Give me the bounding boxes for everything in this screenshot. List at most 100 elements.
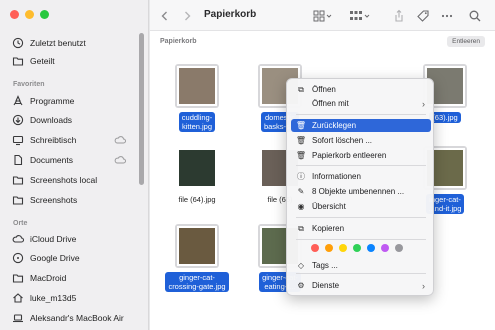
sidebar-item-label: Documents xyxy=(30,155,73,165)
share-icon xyxy=(395,9,403,22)
menu-item-label: Kopieren xyxy=(312,224,345,233)
tag-icon xyxy=(417,10,429,22)
menu-item-rename[interactable]: ✎ 8 Objekte umbenennen ... xyxy=(291,185,431,198)
sidebar-item-google-drive[interactable]: Google Drive xyxy=(12,251,80,265)
sidebar-item-label: Downloads xyxy=(30,115,73,125)
menu-item-label: Sofort löschen ... xyxy=(312,136,373,145)
cloud-icon xyxy=(12,233,24,245)
sidebar-item-downloads[interactable]: Downloads xyxy=(12,113,72,127)
empty-trash-button[interactable]: Entleeren xyxy=(447,36,485,47)
places-section-title: Orte xyxy=(13,220,28,227)
home-icon xyxy=(12,292,24,304)
sidebar-item-home[interactable]: luke_m13d5 xyxy=(12,291,76,305)
share-button[interactable] xyxy=(390,7,408,25)
menu-divider xyxy=(296,239,426,240)
file-item[interactable]: cuddling-kitten.jpg xyxy=(161,64,233,132)
path-bar: Papierkorb Entleeren xyxy=(150,33,495,51)
tag-color-gray[interactable] xyxy=(395,244,403,252)
chevron-right-icon xyxy=(185,11,191,21)
file-name-line: crossing-gate.jpg xyxy=(168,282,226,291)
folder-icon xyxy=(12,174,24,186)
sidebar-item-label: Zuletzt benutzt xyxy=(30,38,86,48)
sidebar-item-label: Aleksandr's MacBook Air xyxy=(30,313,124,323)
sidebar-item-label: iCloud Drive xyxy=(30,234,77,244)
tag-button[interactable] xyxy=(414,7,432,25)
document-icon xyxy=(12,154,24,166)
menu-item-restore[interactable]: 🗑 Zurücklegen xyxy=(291,119,431,132)
menu-item-label: Papierkorb entleeren xyxy=(312,151,387,160)
menu-divider xyxy=(296,114,426,115)
sidebar-item-label: luke_m13d5 xyxy=(30,293,77,303)
sidebar-item-label: Google Drive xyxy=(30,253,80,263)
sidebar-scrollbar[interactable] xyxy=(139,33,144,185)
menu-item-open-with[interactable]: Öffnen mit › xyxy=(291,97,431,110)
back-button[interactable] xyxy=(156,7,174,25)
file-item[interactable]: file (64).jpg xyxy=(161,146,233,205)
desktop-icon xyxy=(12,134,24,146)
chevron-right-icon: › xyxy=(422,280,425,291)
menu-item-delete-now[interactable]: 🗑 Sofort löschen ... xyxy=(291,134,431,147)
group-grid-icon xyxy=(350,11,370,20)
minimize-window-button[interactable] xyxy=(25,10,34,19)
drive-icon xyxy=(12,252,24,264)
sidebar-item-icloud-drive[interactable]: iCloud Drive xyxy=(12,232,76,246)
sidebar-item-screenshots[interactable]: Screenshots xyxy=(12,193,77,207)
tag-color-blue[interactable] xyxy=(367,244,375,252)
menu-item-info[interactable]: ⓘ Informationen xyxy=(291,170,431,183)
trash-icon: 🗑 xyxy=(295,136,307,145)
sidebar-item-label: Geteilt xyxy=(30,56,55,66)
sidebar-item-desktop[interactable]: Schreibtisch xyxy=(12,133,76,147)
menu-item-tags[interactable]: ◇ Tags ... xyxy=(291,259,431,272)
search-button[interactable] xyxy=(466,7,484,25)
menu-item-services[interactable]: ⚙ Dienste › xyxy=(291,279,431,292)
sidebar-item-documents[interactable]: Documents xyxy=(12,153,73,167)
sidebar-item-label: MacDroid xyxy=(30,273,67,283)
services-icon: ⚙ xyxy=(297,281,305,290)
tag-color-green[interactable] xyxy=(353,244,361,252)
shared-folder-icon xyxy=(12,55,24,67)
menu-item-label: Informationen xyxy=(312,172,361,181)
tag-color-orange[interactable] xyxy=(325,244,333,252)
sidebar-item-recents[interactable]: Zuletzt benutzt xyxy=(12,36,86,50)
menu-item-label: Zurücklegen xyxy=(312,121,357,130)
sidebar-item-macbook[interactable]: Aleksandr's MacBook Air xyxy=(12,311,124,325)
tag-color-red[interactable] xyxy=(311,244,319,252)
forward-button[interactable] xyxy=(178,7,196,25)
sidebar-item-macdroid[interactable]: MacDroid xyxy=(12,271,66,285)
view-mode-button[interactable] xyxy=(310,7,336,25)
chevron-right-icon: › xyxy=(422,98,425,109)
tag-color-purple[interactable] xyxy=(381,244,389,252)
menu-item-copy[interactable]: ⧉ Kopieren xyxy=(291,222,431,235)
sidebar-item-applications[interactable]: Programme xyxy=(12,94,74,108)
menu-item-label: Dienste xyxy=(312,281,340,290)
file-name-line: kitten.jpg xyxy=(181,122,213,131)
menu-item-quick-look[interactable]: ◉ Übersicht xyxy=(291,200,431,213)
chevron-left-icon xyxy=(161,11,167,21)
file-name: file (64).jpg xyxy=(178,195,216,204)
laptop-icon xyxy=(12,312,24,324)
close-window-button[interactable] xyxy=(10,10,19,19)
file-name: ginger-cat-crossing-gate.jpg xyxy=(165,272,229,292)
icloud-status-icon xyxy=(114,135,126,146)
sidebar-item-label: Screenshots local xyxy=(30,175,98,185)
eye-icon: ◉ xyxy=(297,202,305,211)
more-button[interactable] xyxy=(438,7,456,25)
zoom-window-button[interactable] xyxy=(40,10,49,19)
file-thumbnail xyxy=(175,224,219,268)
group-button[interactable] xyxy=(346,7,374,25)
file-name-line: ginger-cat- xyxy=(179,273,215,282)
file-item[interactable]: ginger-cat-crossing-gate.jpg xyxy=(161,224,233,292)
tag-color-yellow[interactable] xyxy=(339,244,347,252)
folder-icon xyxy=(12,272,24,284)
sidebar-item-shared[interactable]: Geteilt xyxy=(12,54,55,68)
menu-item-label: Übersicht xyxy=(312,202,346,211)
menu-item-open[interactable]: ⧉ Öffnen xyxy=(291,83,431,96)
menu-item-empty-trash[interactable]: 🗑 Papierkorb entleeren xyxy=(291,149,431,162)
sidebar-item-screenshots-local[interactable]: Screenshots local xyxy=(12,173,97,187)
menu-item-label: Öffnen xyxy=(312,85,336,94)
open-icon: ⧉ xyxy=(298,84,304,94)
context-menu: ⧉ Öffnen Öffnen mit › 🗑 Zurücklegen 🗑 Sofort… xyxy=(286,78,434,296)
info-icon: ⓘ xyxy=(297,172,305,181)
favorites-section-title: Favoriten xyxy=(13,81,45,88)
sidebar: Zuletzt benutzt Geteilt Favoriten Progra… xyxy=(0,0,149,330)
